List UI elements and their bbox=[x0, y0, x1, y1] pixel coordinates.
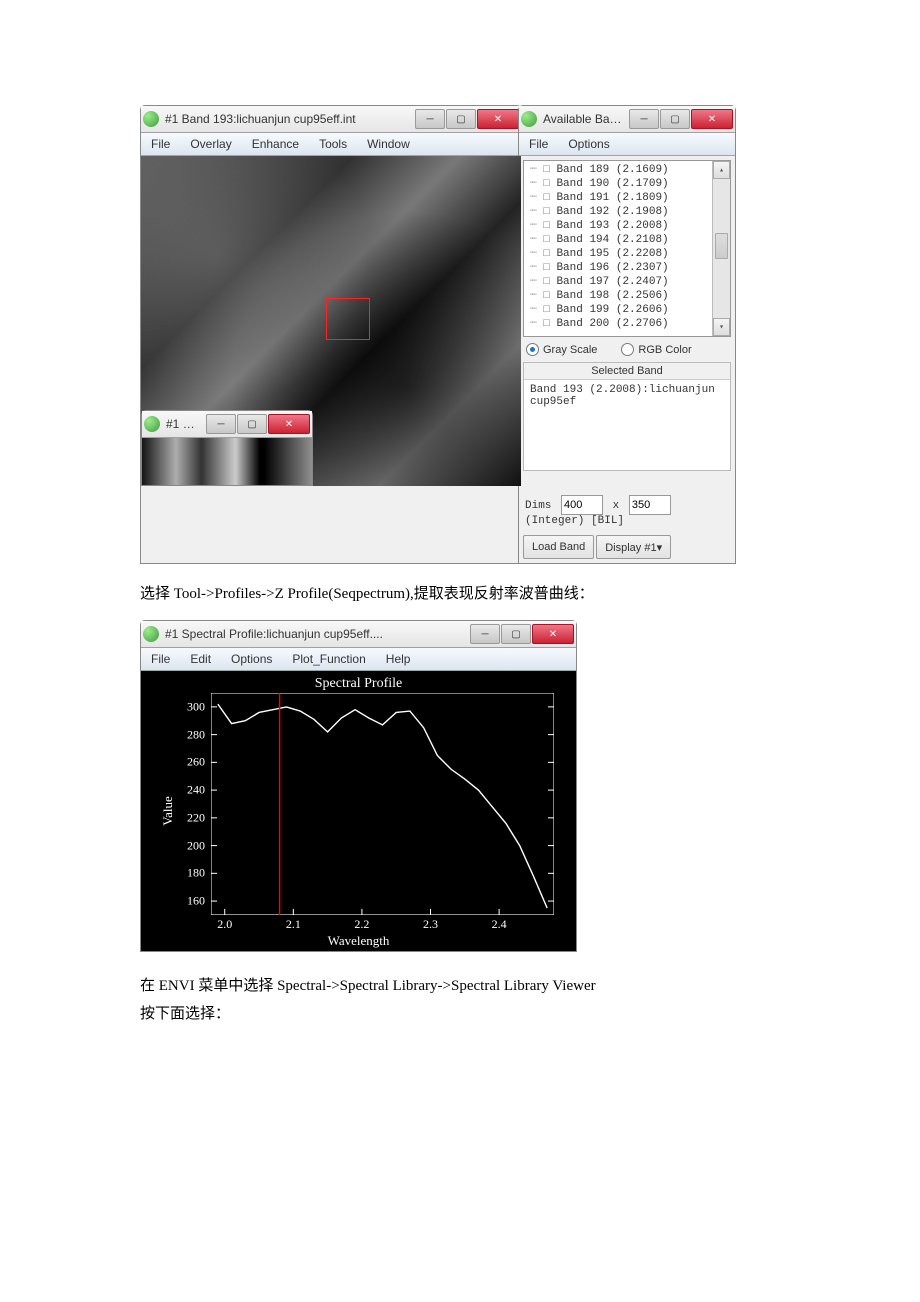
bands-listbox[interactable]: Band 189 (2.1609)Band 190 (2.1709)Band 1… bbox=[523, 160, 731, 337]
spectral-maximize-button[interactable]: ▢ bbox=[501, 624, 531, 644]
zoom-image[interactable] bbox=[142, 438, 312, 485]
minimize-button[interactable]: ─ bbox=[415, 109, 445, 129]
y-tick-label: 160 bbox=[187, 894, 205, 909]
bands-minimize-button[interactable]: ─ bbox=[629, 109, 659, 129]
menu-options[interactable]: Options bbox=[558, 133, 619, 155]
envi-icon bbox=[144, 416, 160, 432]
plot-svg bbox=[211, 693, 554, 915]
bands-maximize-button[interactable]: ▢ bbox=[660, 109, 690, 129]
menu-file[interactable]: File bbox=[141, 648, 180, 670]
menu-edit[interactable]: Edit bbox=[180, 648, 221, 670]
zoom-minimize-button[interactable]: ─ bbox=[206, 414, 236, 434]
envi-icon bbox=[143, 626, 159, 642]
y-tick-label: 300 bbox=[187, 699, 205, 714]
dims-row: Dims x (Integer) [BIL] bbox=[523, 491, 731, 531]
display-title: #1 Band 193:lichuanjun cup95eff.int bbox=[165, 112, 409, 126]
instruction-text-1: 选择 Tool->Profiles->Z Profile(Seqpectrum)… bbox=[140, 582, 780, 606]
x-tick-label: 2.0 bbox=[217, 917, 232, 932]
menu-options[interactable]: Options bbox=[221, 648, 282, 670]
menu-enhance[interactable]: Enhance bbox=[242, 133, 309, 155]
bands-scrollbar[interactable]: ▴ ▾ bbox=[712, 161, 730, 336]
y-tick-label: 200 bbox=[187, 838, 205, 853]
plot-area[interactable]: Spectral Profile Value Wavelength 160 180… bbox=[141, 671, 576, 951]
x-tick-label: 2.1 bbox=[286, 917, 301, 932]
zoom-maximize-button[interactable]: ▢ bbox=[237, 414, 267, 434]
instruction-text-3: 按下面选择： bbox=[140, 1002, 780, 1026]
y-tick-label: 280 bbox=[187, 727, 205, 742]
y-axis-label: Value bbox=[160, 796, 176, 826]
display-menubar[interactable]: File Overlay Enhance Tools Window bbox=[141, 133, 521, 156]
bands-list-window: Available Bands List ─ ▢ ✕ File Options … bbox=[518, 105, 736, 564]
spectral-title: #1 Spectral Profile:lichuanjun cup95eff.… bbox=[165, 627, 464, 641]
maximize-button[interactable]: ▢ bbox=[446, 109, 476, 129]
y-tick-label: 180 bbox=[187, 866, 205, 881]
band-item[interactable]: Band 193 (2.2008) bbox=[524, 219, 730, 233]
zoom-title: #1 Zoom [4... bbox=[166, 417, 200, 431]
menu-window[interactable]: Window bbox=[357, 133, 420, 155]
band-item[interactable]: Band 191 (2.1809) bbox=[524, 191, 730, 205]
band-item[interactable]: Band 198 (2.2506) bbox=[524, 289, 730, 303]
envi-icon bbox=[521, 111, 537, 127]
spectral-menubar[interactable]: File Edit Options Plot_Function Help bbox=[141, 648, 576, 671]
zoom-window: #1 Zoom [4... ─ ▢ ✕ bbox=[141, 410, 313, 486]
band-item[interactable]: Band 194 (2.2108) bbox=[524, 233, 730, 247]
x-tick-label: 2.2 bbox=[354, 917, 369, 932]
image-viewport[interactable]: #1 Zoom [4... ─ ▢ ✕ bbox=[141, 156, 521, 486]
menu-overlay[interactable]: Overlay bbox=[180, 133, 241, 155]
selected-band-header: Selected Band bbox=[524, 363, 730, 380]
load-band-button[interactable]: Load Band bbox=[523, 535, 594, 559]
radio-rgb-color[interactable]: RGB Color bbox=[621, 343, 691, 356]
display-window: #1 Band 193:lichuanjun cup95eff.int ─ ▢ … bbox=[140, 105, 522, 564]
band-item[interactable]: Band 189 (2.1609) bbox=[524, 163, 730, 177]
band-item[interactable]: Band 197 (2.2407) bbox=[524, 275, 730, 289]
x-tick-label: 2.4 bbox=[492, 917, 507, 932]
spectral-minimize-button[interactable]: ─ bbox=[470, 624, 500, 644]
scroll-up-icon[interactable]: ▴ bbox=[713, 161, 730, 179]
y-tick-label: 260 bbox=[187, 755, 205, 770]
band-item[interactable]: Band 195 (2.2208) bbox=[524, 247, 730, 261]
selected-band-text: Band 193 (2.2008):lichuanjun cup95ef bbox=[524, 380, 730, 470]
menu-tools[interactable]: Tools bbox=[309, 133, 357, 155]
menu-file[interactable]: File bbox=[519, 133, 558, 155]
envi-icon bbox=[143, 111, 159, 127]
spectral-close-button[interactable]: ✕ bbox=[532, 624, 574, 644]
y-tick-label: 220 bbox=[187, 810, 205, 825]
band-item[interactable]: Band 196 (2.2307) bbox=[524, 261, 730, 275]
zoom-roi-box[interactable] bbox=[326, 298, 370, 340]
radio-gray-scale[interactable]: Gray Scale bbox=[526, 343, 597, 356]
y-tick-label: 240 bbox=[187, 783, 205, 798]
close-button[interactable]: ✕ bbox=[477, 109, 519, 129]
band-item[interactable]: Band 192 (2.1908) bbox=[524, 205, 730, 219]
band-item[interactable]: Band 190 (2.1709) bbox=[524, 177, 730, 191]
bands-menubar[interactable]: File Options bbox=[519, 133, 735, 156]
x-tick-label: 2.3 bbox=[423, 917, 438, 932]
dims-width-input[interactable] bbox=[561, 495, 603, 515]
menu-help[interactable]: Help bbox=[376, 648, 421, 670]
band-item[interactable]: Band 200 (2.2706) bbox=[524, 317, 730, 331]
spectral-profile-window: #1 Spectral Profile:lichuanjun cup95eff.… bbox=[140, 620, 577, 952]
instruction-text-2: 在 ENVI 菜单中选择 Spectral->Spectral Library-… bbox=[140, 974, 780, 998]
bands-title: Available Bands List bbox=[543, 112, 623, 126]
dims-height-input[interactable] bbox=[629, 495, 671, 515]
scroll-thumb[interactable] bbox=[715, 233, 728, 259]
bands-close-button[interactable]: ✕ bbox=[691, 109, 733, 129]
selected-band-panel: Selected Band Band 193 (2.2008):lichuanj… bbox=[523, 362, 731, 471]
x-axis-label: Wavelength bbox=[328, 933, 390, 949]
band-item[interactable]: Band 199 (2.2606) bbox=[524, 303, 730, 317]
menu-plot-function[interactable]: Plot_Function bbox=[282, 648, 375, 670]
plot-title: Spectral Profile bbox=[141, 671, 576, 691]
scroll-down-icon[interactable]: ▾ bbox=[713, 318, 730, 336]
menu-file[interactable]: File bbox=[141, 133, 180, 155]
display-select-button[interactable]: Display #1▾ bbox=[596, 535, 671, 559]
zoom-close-button[interactable]: ✕ bbox=[268, 414, 310, 434]
